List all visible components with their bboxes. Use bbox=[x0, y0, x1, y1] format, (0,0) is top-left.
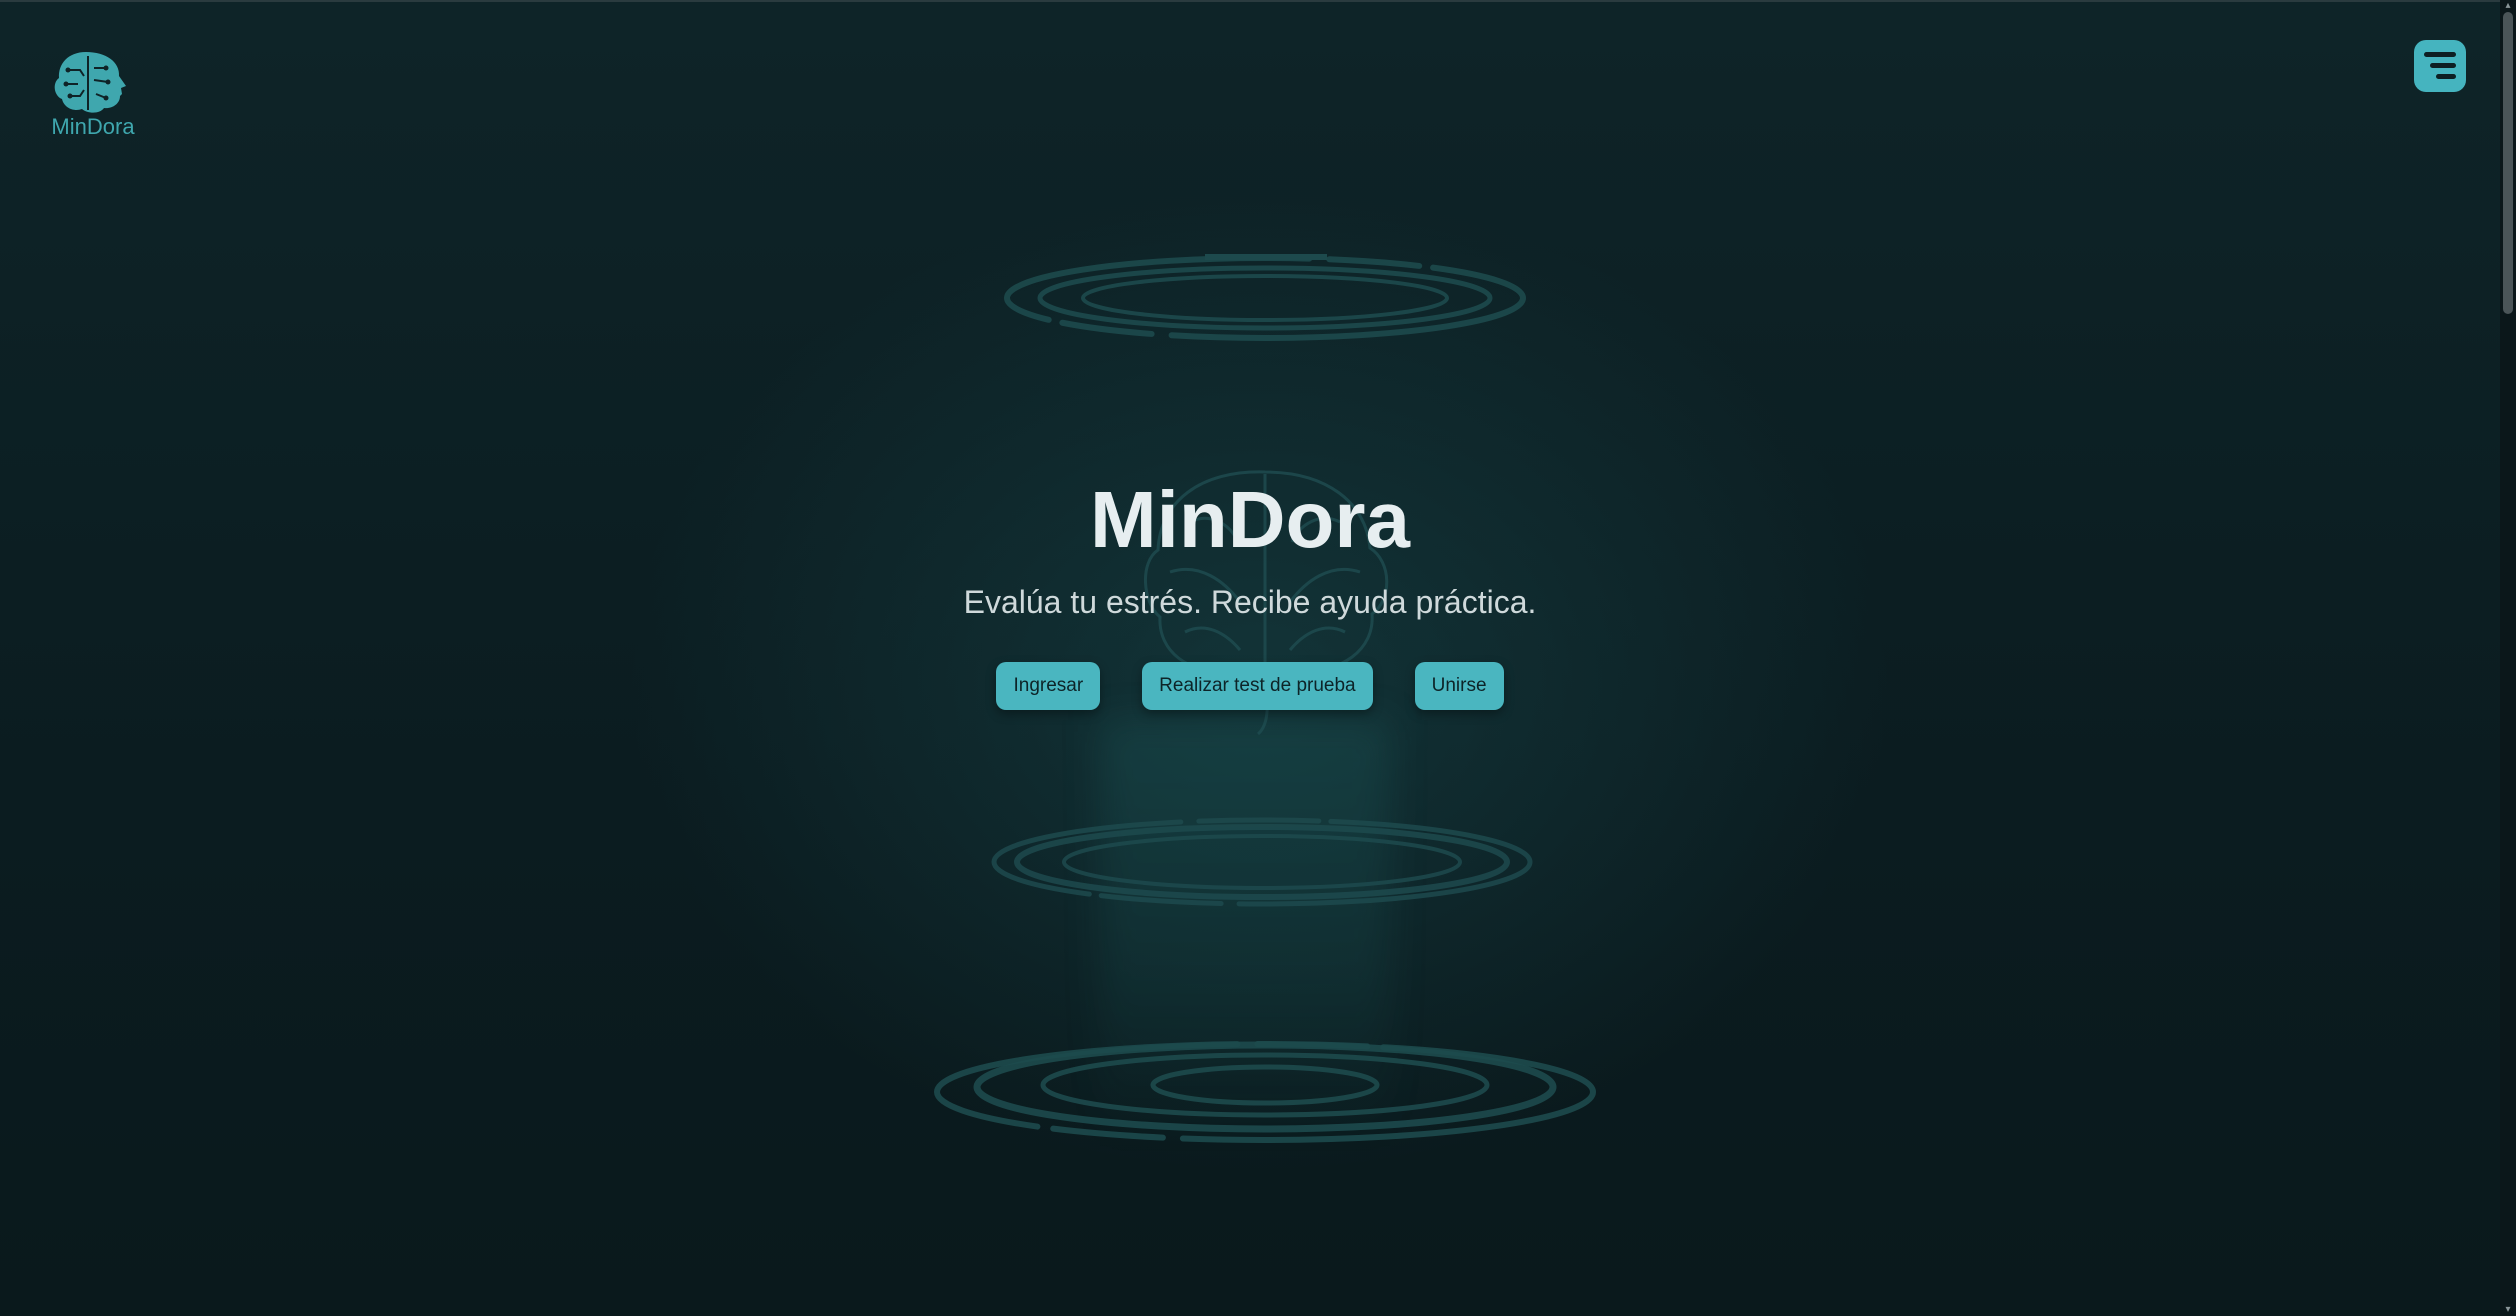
logo-text: MinDora bbox=[51, 114, 135, 139]
menu-button[interactable] bbox=[2414, 40, 2466, 92]
scroll-up-icon[interactable]: ▴ bbox=[2502, 0, 2514, 12]
landing-page: MinDora MinDora Evalúa tu estrés. Recibe… bbox=[0, 0, 2516, 1316]
logo[interactable]: MinDora bbox=[48, 48, 138, 144]
join-button[interactable]: Unirse bbox=[1414, 662, 1504, 710]
hero-title: MinDora bbox=[1090, 475, 1410, 564]
scroll-down-icon[interactable]: ▾ bbox=[2502, 1304, 2514, 1316]
hero-actions: Ingresar Realizar test de prueba Unirse bbox=[0, 662, 2500, 710]
brain-head-icon bbox=[54, 52, 126, 113]
hero-subtitle: Evalúa tu estrés. Recibe ayuda práctica. bbox=[963, 584, 1537, 620]
login-button[interactable]: Ingresar bbox=[996, 662, 1101, 710]
scrollbar-thumb[interactable] bbox=[2503, 12, 2513, 314]
take-test-button[interactable]: Realizar test de prueba bbox=[1142, 662, 1373, 710]
